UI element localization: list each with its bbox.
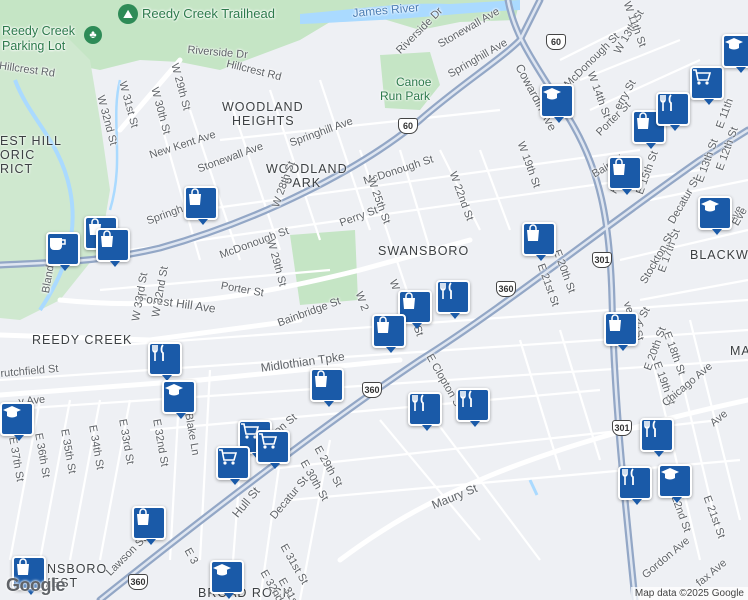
grocery-marker[interactable] <box>690 66 724 105</box>
map-attribution: Map data ©2025 Google <box>630 587 748 600</box>
restaurant-marker[interactable] <box>148 342 182 381</box>
shopping-bag-icon <box>613 158 625 175</box>
neighborhood-woodland-park-1: WOODLAND <box>266 162 348 176</box>
neighborhood-forest-hill-3: RICT <box>0 162 34 176</box>
neighborhood-woodland-heights-1: WOODLAND <box>222 100 304 114</box>
hiking-icon: ⛰ <box>118 4 138 24</box>
graduation-cap-icon <box>661 468 679 480</box>
school-marker[interactable] <box>0 402 34 441</box>
fork-knife-icon <box>644 420 656 437</box>
map-canvas[interactable]: ⛰ Reedy Creek Trailhead Reedy Creek Park… <box>0 0 748 600</box>
school-marker[interactable] <box>162 380 196 419</box>
trailhead-marker[interactable]: ⛰ Reedy Creek Trailhead <box>118 4 275 24</box>
shopping-cart-icon <box>259 433 278 449</box>
neighborhood-swansboro: SWANSBORO <box>378 244 470 258</box>
graduation-cap-icon <box>213 564 231 576</box>
canoe-run-park-label-2: Run Park <box>380 89 431 103</box>
neighborhood-manchester-partial: MA <box>730 344 748 358</box>
google-logo: Google <box>6 575 66 595</box>
neighborhood-reedy-creek: REEDY CREEK <box>32 333 133 347</box>
shopping-bag-marker[interactable] <box>604 312 638 351</box>
grocery-marker[interactable] <box>256 430 290 469</box>
trailhead-label: Reedy Creek Trailhead <box>142 6 275 21</box>
graduation-cap-icon <box>3 406 21 418</box>
shopping-bag-icon <box>637 112 649 129</box>
us-route-shield: 301 <box>592 252 612 268</box>
neighborhood-woodland-heights-2: HEIGHTS <box>232 114 295 128</box>
shopping-bag-marker[interactable] <box>608 156 642 195</box>
shopping-bag-marker[interactable] <box>184 186 218 225</box>
school-marker[interactable] <box>698 196 732 235</box>
us-route-shield: 60 <box>546 34 566 50</box>
shopping-bag-icon <box>609 314 621 331</box>
parking-lot-label-2: Parking Lot <box>2 39 66 53</box>
fork-knife-icon <box>460 390 472 407</box>
school-marker[interactable] <box>210 560 244 599</box>
us-route-shield: 360 <box>362 382 382 398</box>
shopping-bag-marker[interactable] <box>132 506 166 545</box>
shopping-bag-marker[interactable] <box>96 228 130 267</box>
tree-icon: ♣ <box>84 26 102 44</box>
map-base <box>0 0 748 600</box>
school-marker[interactable] <box>722 34 748 73</box>
fork-knife-icon <box>412 394 424 411</box>
shopping-cart-icon <box>693 69 712 85</box>
fork-knife-icon <box>440 282 452 299</box>
restaurant-marker[interactable] <box>656 92 690 131</box>
cafe-marker[interactable] <box>46 232 80 271</box>
shopping-bag-icon <box>101 230 113 247</box>
graduation-cap-icon <box>725 38 743 50</box>
school-marker[interactable] <box>658 464 692 503</box>
us-route-shield: 301 <box>612 420 632 436</box>
canoe-run-park-label-1: Canoe <box>396 75 432 89</box>
school-marker[interactable] <box>540 84 574 123</box>
graduation-cap-icon <box>165 384 183 396</box>
fork-knife-icon <box>622 468 634 485</box>
shopping-bag-marker[interactable] <box>310 368 344 407</box>
fork-knife-icon <box>660 94 672 111</box>
graduation-cap-icon <box>543 88 561 100</box>
shopping-bag-icon <box>527 224 539 241</box>
shopping-bag-marker[interactable] <box>522 222 556 261</box>
shopping-bag-icon <box>189 188 201 205</box>
neighborhood-forest-hill-2: ORIC <box>0 148 36 162</box>
grocery-marker[interactable] <box>216 446 250 485</box>
fork-knife-icon <box>152 344 164 361</box>
shopping-bag-icon <box>377 316 389 333</box>
restaurant-marker[interactable] <box>436 280 470 319</box>
restaurant-marker[interactable] <box>456 388 490 427</box>
graduation-cap-icon <box>701 200 719 212</box>
restaurant-marker[interactable] <box>618 466 652 505</box>
neighborhood-blackwell: BLACKWELL <box>690 248 748 262</box>
coffee-cup-icon <box>50 238 66 250</box>
parking-lot-label-1: Reedy Creek <box>2 24 75 38</box>
us-route-shield: 360 <box>128 574 148 590</box>
us-route-shield: 60 <box>398 118 418 134</box>
us-route-shield: 360 <box>496 281 516 297</box>
shopping-bag-icon <box>403 292 415 309</box>
restaurant-marker[interactable] <box>408 392 442 431</box>
neighborhood-forest-hill-1: EST HILL <box>0 134 62 148</box>
shopping-bag-icon <box>17 558 29 575</box>
shopping-bag-marker[interactable] <box>372 314 406 353</box>
shopping-bag-icon <box>315 370 327 387</box>
restaurant-marker[interactable] <box>640 418 674 457</box>
shopping-cart-icon <box>219 449 238 465</box>
shopping-bag-icon <box>137 508 149 525</box>
